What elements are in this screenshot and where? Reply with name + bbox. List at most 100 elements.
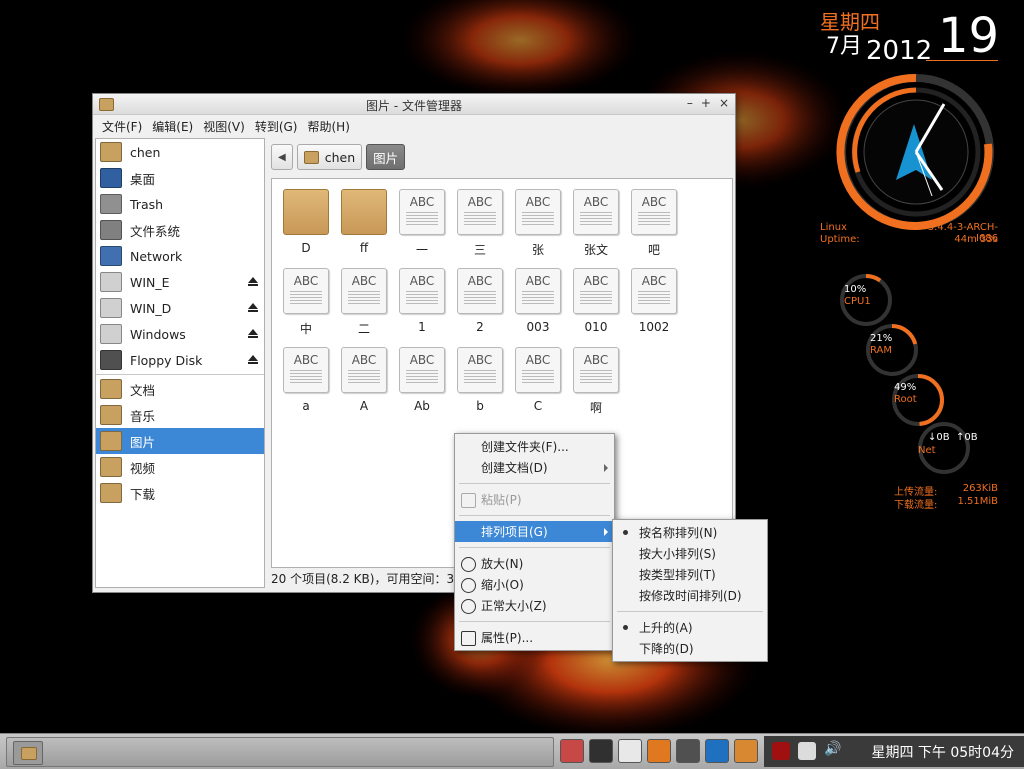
menu-item-label: 按类型排列(T) (639, 568, 716, 582)
file-item[interactable]: ABC 1 (394, 268, 450, 334)
firefox-icon[interactable] (647, 739, 671, 763)
menu-item-0[interactable]: 创建文件夹(F)... (455, 436, 614, 457)
radio-dot-icon (623, 530, 628, 535)
file-item[interactable]: ABC C (510, 347, 566, 413)
menu-item-5[interactable]: 上升的(A) (613, 617, 767, 638)
sidebar-item-13[interactable]: 下载 (96, 480, 264, 506)
sidebar-item-3[interactable]: 文件系统 (96, 217, 264, 243)
conky-root-label: Root (894, 394, 917, 405)
file-item[interactable]: ABC 三 (452, 189, 508, 258)
menu-item-8[interactable]: 缩小(O) (455, 574, 614, 595)
eject-icon[interactable] (248, 303, 258, 312)
file-item[interactable]: ABC a (278, 347, 334, 413)
taskbar-clock[interactable]: 星期四 下午 05时04分 (871, 742, 1014, 762)
paint-icon[interactable] (734, 739, 758, 763)
file-item[interactable]: ABC 1002 (626, 268, 682, 334)
sidebar-item-11[interactable]: 图片 (96, 428, 264, 454)
sidebar-item-0[interactable]: chen (96, 139, 264, 165)
menu-item-label: 缩小(O) (481, 578, 524, 592)
path-bar: ◀ chen 图片 (271, 144, 406, 170)
file-item[interactable]: ABC b (452, 347, 508, 413)
maximize-button[interactable]: + (701, 96, 711, 110)
eject-icon[interactable] (248, 355, 258, 364)
file-item[interactable]: ABC Ab (394, 347, 450, 413)
minimize-button[interactable]: – (687, 96, 693, 110)
home-folder-icon (100, 142, 122, 162)
taskbar-window-list (6, 737, 554, 767)
menu-item-0[interactable]: 按名称排列(N) (613, 522, 767, 543)
back-button[interactable]: ◀ (271, 144, 293, 170)
sidebar-item-6[interactable]: WIN_D (96, 295, 264, 321)
menu-item-label: 下降的(D) (639, 642, 694, 656)
menu-4[interactable]: 帮助(H) (306, 118, 358, 135)
sidebar-item-label: 文档 (130, 382, 156, 398)
file-item[interactable]: ABC 啊 (568, 347, 624, 416)
menu-item-2[interactable]: 按类型排列(T) (613, 564, 767, 585)
menu-item-5[interactable]: 排列项目(G) (455, 521, 614, 542)
doc-abc-label: ABC (467, 274, 493, 288)
file-item[interactable]: ABC 一 (394, 189, 450, 258)
file-item[interactable]: ABC 张文 (568, 189, 624, 258)
sidebar-item-7[interactable]: Windows (96, 321, 264, 347)
menu-item-1[interactable]: 创建文档(D) (455, 457, 614, 478)
flame-app-icon[interactable] (772, 742, 790, 760)
path-current-button[interactable]: 图片 (366, 144, 406, 170)
path-home-button[interactable]: chen (296, 144, 363, 170)
file-item[interactable]: ff (336, 189, 392, 255)
file-item[interactable]: ABC 二 (336, 268, 392, 337)
file-item[interactable]: D (278, 189, 334, 255)
sidebar-item-12[interactable]: 视频 (96, 454, 264, 480)
sidebar-item-label: Windows (130, 326, 186, 342)
file-item[interactable]: ABC 张 (510, 189, 566, 258)
screenshot-icon[interactable] (560, 739, 584, 763)
sidebar-item-5[interactable]: WIN_E (96, 269, 264, 295)
file-item[interactable]: ABC 吧 (626, 189, 682, 258)
menu-item-3[interactable]: 粘贴(P) (455, 489, 614, 510)
menu-item-6[interactable]: 下降的(D) (613, 638, 767, 659)
menu-3[interactable]: 转到(G) (254, 118, 307, 135)
sidebar-item-8[interactable]: Floppy Disk (96, 347, 264, 373)
file-item[interactable]: ABC 2 (452, 268, 508, 334)
text-editor-icon[interactable] (618, 739, 642, 763)
sidebar-item-1[interactable]: 桌面 (96, 165, 264, 191)
media-player-icon[interactable] (705, 739, 729, 763)
file-item[interactable]: ABC 010 (568, 268, 624, 334)
eject-icon[interactable] (248, 277, 258, 286)
menu-item-7[interactable]: 放大(N) (455, 553, 614, 574)
pen-icon[interactable] (798, 742, 816, 760)
app-a-icon[interactable] (676, 739, 700, 763)
folder-icon (341, 189, 387, 235)
sidebar-item-label: 下载 (130, 486, 156, 502)
terminal-icon[interactable] (589, 739, 613, 763)
file-item[interactable]: ABC A (336, 347, 392, 413)
sidebar-item-label: 音乐 (130, 408, 156, 424)
file-name: b (476, 399, 484, 413)
menu-item-label: 粘贴(P) (481, 493, 522, 507)
zoom-out-icon (461, 578, 476, 593)
volume-icon[interactable]: 🔊 (824, 741, 841, 757)
menu-item-9[interactable]: 正常大小(Z) (455, 595, 614, 616)
text-document-icon: ABC (341, 347, 387, 393)
file-item[interactable]: ABC 中 (278, 268, 334, 337)
eject-icon[interactable] (248, 329, 258, 338)
menu-1[interactable]: 编辑(E) (151, 118, 202, 135)
text-document-icon: ABC (341, 268, 387, 314)
taskbar-file-manager-button[interactable] (13, 741, 43, 765)
menu-item-11[interactable]: 属性(P)... (455, 627, 614, 648)
sidebar-item-4[interactable]: Network (96, 243, 264, 269)
sidebar-item-2[interactable]: Trash (96, 191, 264, 217)
sort-submenu: 按名称排列(N) 按大小排列(S) 按类型排列(T) 按修改时间排列(D) 上升的(A)… (612, 519, 768, 662)
close-button[interactable]: × (719, 96, 729, 110)
doc-abc-label: ABC (525, 195, 551, 209)
text-document-icon: ABC (515, 347, 561, 393)
menu-separator (459, 547, 610, 548)
sidebar-item-9[interactable]: 文档 (96, 376, 264, 402)
file-item[interactable]: ABC 003 (510, 268, 566, 334)
menu-2[interactable]: 视图(V) (202, 118, 254, 135)
menu-0[interactable]: 文件(F) (101, 118, 151, 135)
menu-item-3[interactable]: 按修改时间排列(D) (613, 585, 767, 606)
title-bar[interactable]: 图片 - 文件管理器 – + × (93, 94, 735, 115)
menu-item-1[interactable]: 按大小排列(S) (613, 543, 767, 564)
menu-item-label: 放大(N) (481, 557, 524, 571)
sidebar-item-10[interactable]: 音乐 (96, 402, 264, 428)
